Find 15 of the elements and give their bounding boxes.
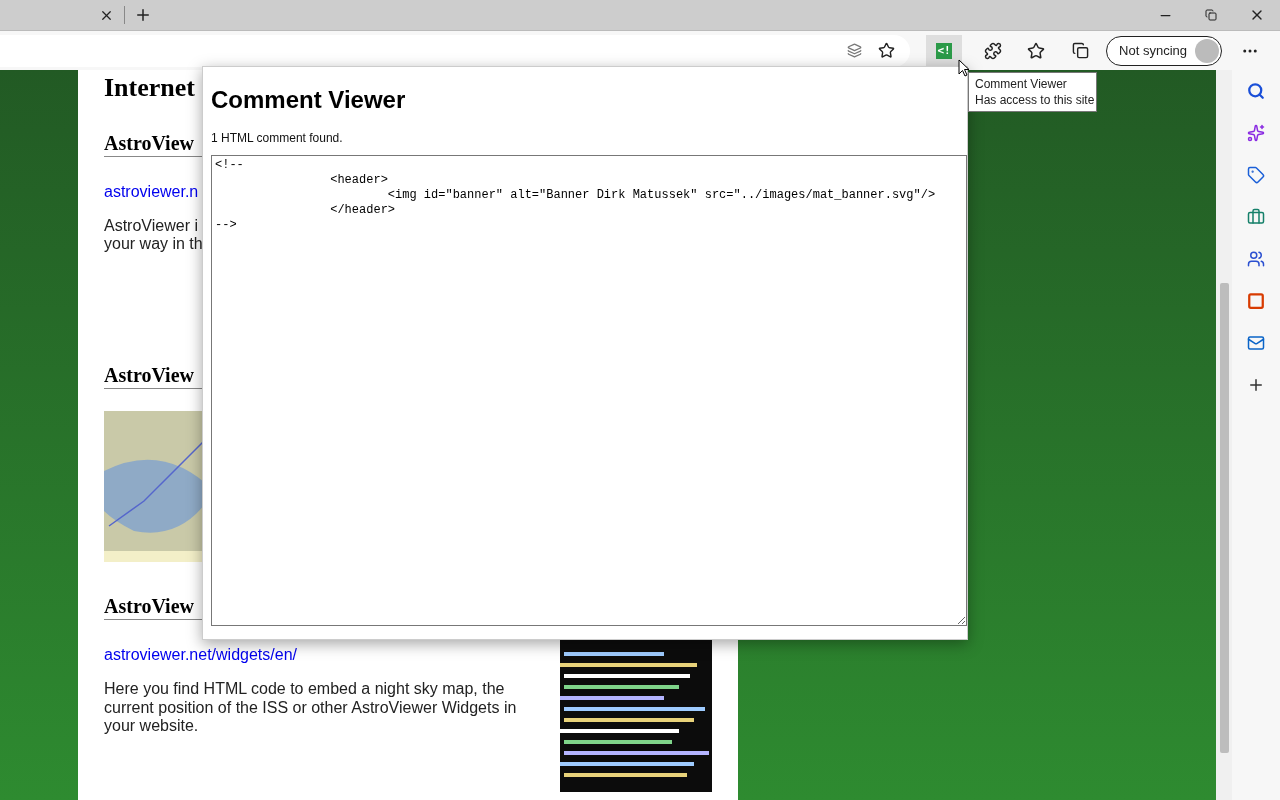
extension-logo: <! bbox=[936, 42, 953, 59]
paragraph: Here you find HTML code to embed a night sky map, the current position of the ISS or other AstroViewer Widgets in your website. bbox=[104, 680, 518, 736]
page-heading: Internet bbox=[104, 73, 196, 103]
code-field[interactable]: <!-- <header> <img id="banner" alt="Banner Dirk Matussek" src="../images/mat_banner.svg"/> </header> --> bbox=[211, 155, 967, 626]
tooltip-title: Comment Viewer bbox=[975, 76, 1068, 92]
link[interactable]: astroviewer.net/widgets/en/ bbox=[104, 646, 297, 664]
text-line: your way in th bbox=[104, 235, 203, 253]
link[interactable]: astroviewer.n bbox=[104, 183, 199, 201]
scrollbar[interactable] bbox=[1216, 70, 1232, 800]
popup-title: Comment Viewer bbox=[211, 86, 407, 114]
text-line: AstroViewer i bbox=[104, 217, 198, 235]
sync-button[interactable]: Not syncing bbox=[1106, 35, 1222, 66]
comment-count: 1 HTML comment found. bbox=[211, 131, 344, 145]
avatar-icon bbox=[1195, 38, 1219, 63]
extension-button[interactable]: <! bbox=[926, 35, 963, 66]
